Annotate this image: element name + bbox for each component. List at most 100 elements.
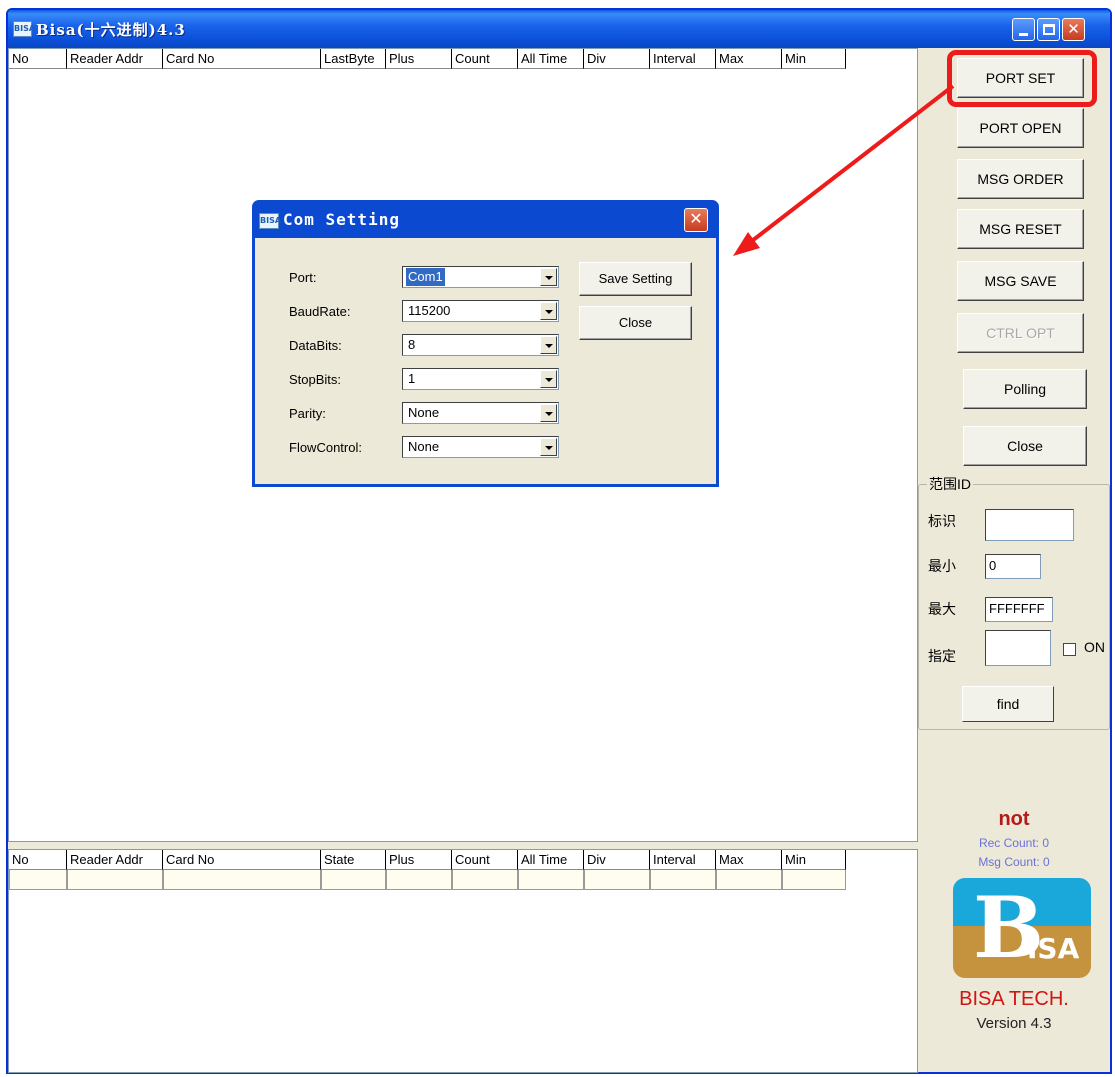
col-header[interactable]: Count (452, 850, 518, 870)
table-row[interactable] (9, 870, 846, 890)
list-header: No Reader Addr Card No LastByte Plus Cou… (9, 49, 846, 69)
save-setting-button[interactable]: Save Setting (579, 262, 692, 296)
stopbits-value: 1 (408, 371, 416, 386)
window-title: Bisa(十六进制)4.3 (36, 21, 186, 39)
databits-select[interactable]: 8 (402, 334, 559, 356)
col-header[interactable]: No (9, 850, 67, 870)
col-header[interactable]: State (321, 850, 386, 870)
highlight-box (947, 50, 1097, 107)
com-setting-dialog: BISA Com Setting ✕ Port: Com1 BaudRate: … (252, 200, 719, 487)
dialog-close-button[interactable]: Close (579, 306, 692, 340)
id-input[interactable] (985, 509, 1074, 541)
dialog-close-icon[interactable]: ✕ (684, 208, 708, 232)
stopbits-label: StopBits: (289, 372, 342, 387)
chevron-down-icon[interactable] (540, 336, 557, 354)
msg-save-button[interactable]: MSG SAVE (957, 261, 1084, 301)
table-cell (782, 870, 846, 890)
dialog-title: Com Setting (283, 210, 400, 229)
connection-status: not (998, 808, 1030, 830)
msg-count: Msg Count: 0 (978, 855, 1050, 869)
col-header[interactable]: All Time (518, 850, 584, 870)
logo-letters-isa: ISA (1027, 932, 1080, 965)
msg-order-button[interactable]: MSG ORDER (957, 159, 1084, 199)
polling-button[interactable]: Polling (963, 369, 1087, 409)
baudrate-select[interactable]: 115200 (402, 300, 559, 322)
company-name: BISA TECH. (959, 988, 1069, 1010)
parity-select[interactable]: None (402, 402, 559, 424)
table-cell (716, 870, 782, 890)
col-header[interactable]: Min (782, 49, 846, 69)
minimize-button[interactable] (1012, 18, 1035, 41)
col-header[interactable]: Card No (163, 850, 321, 870)
close-window-button[interactable]: ✕ (1062, 18, 1085, 41)
flowcontrol-value: None (408, 439, 440, 454)
chevron-down-icon[interactable] (540, 302, 557, 320)
col-header[interactable]: Plus (386, 49, 452, 69)
flowcontrol-select[interactable]: None (402, 436, 559, 458)
parity-label: Parity: (289, 406, 326, 421)
col-header[interactable]: No (9, 49, 67, 69)
group-title: 范围ID (927, 474, 973, 494)
col-header[interactable]: Div (584, 850, 650, 870)
chevron-down-icon[interactable] (540, 370, 557, 388)
on-label: ON (1084, 639, 1105, 655)
close-icon: ✕ (1067, 21, 1080, 38)
stopbits-select[interactable]: 1 (402, 368, 559, 390)
ctrl-opt-button[interactable]: CTRL OPT (957, 313, 1084, 353)
baudrate-value: 115200 (408, 303, 451, 318)
bisa-logo: B ISA (953, 878, 1091, 978)
port-open-button[interactable]: PORT OPEN (957, 108, 1084, 148)
max-input[interactable]: FFFFFFF (985, 597, 1053, 622)
id-label: 标识 (928, 513, 956, 529)
table-cell (163, 870, 321, 890)
dialog-body: Port: Com1 BaudRate: 115200 DataBits: 8 … (255, 238, 716, 484)
col-header[interactable]: LastByte (321, 49, 386, 69)
databits-value: 8 (408, 337, 416, 352)
col-header[interactable]: Max (716, 49, 782, 69)
port-select[interactable]: Com1 (402, 266, 559, 288)
list-header: No Reader Addr Card No State Plus Count … (9, 850, 846, 870)
app-icon: BISA (13, 21, 35, 37)
maximize-icon (1043, 24, 1055, 35)
chevron-down-icon[interactable] (540, 438, 557, 456)
reader-list-bottom[interactable]: No Reader Addr Card No State Plus Count … (8, 849, 918, 1073)
max-label: 最大 (928, 601, 956, 617)
databits-label: DataBits: (289, 338, 342, 353)
port-label: Port: (289, 270, 317, 285)
min-input[interactable]: 0 (985, 554, 1041, 579)
col-header[interactable]: All Time (518, 49, 584, 69)
flowcontrol-label: FlowControl: (289, 440, 362, 455)
col-header[interactable]: Reader Addr (67, 850, 163, 870)
col-header[interactable]: Reader Addr (67, 49, 163, 69)
chevron-down-icon[interactable] (540, 404, 557, 422)
assign-input[interactable] (985, 630, 1051, 666)
dialog-app-icon: BISA (259, 213, 281, 229)
col-header[interactable]: Card No (163, 49, 321, 69)
col-header[interactable]: Max (716, 850, 782, 870)
col-header[interactable]: Interval (650, 49, 716, 69)
col-header[interactable]: Count (452, 49, 518, 69)
table-cell (321, 870, 386, 890)
min-label: 最小 (928, 558, 956, 574)
rec-count: Rec Count: 0 (978, 836, 1050, 850)
table-cell (650, 870, 716, 890)
col-header[interactable]: Interval (650, 850, 716, 870)
table-cell (584, 870, 650, 890)
on-checkbox[interactable] (1063, 643, 1076, 656)
table-cell (452, 870, 518, 890)
baudrate-label: BaudRate: (289, 304, 351, 319)
table-cell (518, 870, 584, 890)
version-label: Version 4.3 (976, 1015, 1052, 1032)
col-header[interactable]: Plus (386, 850, 452, 870)
maximize-button[interactable] (1037, 18, 1060, 41)
find-button[interactable]: find (962, 686, 1054, 722)
col-header[interactable]: Min (782, 850, 846, 870)
col-header[interactable]: Div (584, 49, 650, 69)
port-value: Com1 (406, 268, 445, 286)
msg-reset-button[interactable]: MSG RESET (957, 209, 1084, 249)
table-cell (9, 870, 67, 890)
title-bar[interactable]: BISA Bisa(十六进制)4.3 ✕ (8, 10, 1110, 48)
parity-value: None (408, 405, 440, 420)
chevron-down-icon[interactable] (540, 268, 557, 286)
close-button[interactable]: Close (963, 426, 1087, 466)
